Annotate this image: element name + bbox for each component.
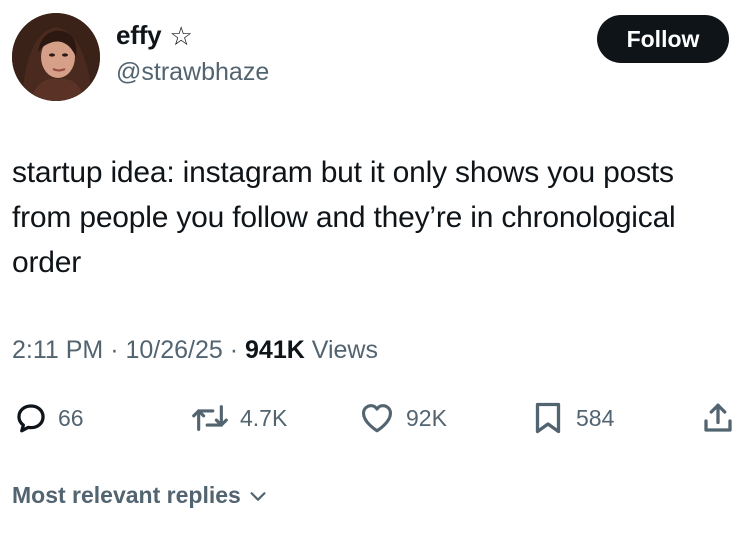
like-count: 92K — [406, 404, 447, 431]
chevron-down-icon — [250, 491, 266, 501]
avatar-image — [12, 13, 100, 101]
share-button[interactable] — [700, 392, 736, 444]
tweet-time[interactable]: 2:11 PM — [12, 336, 103, 364]
replies-sort-label: Most relevant replies — [12, 482, 241, 508]
avatar[interactable] — [12, 13, 100, 101]
like-button[interactable]: 92K — [358, 392, 447, 444]
tweet-meta: 2:11 PM · 10/26/25 · 941K Views — [12, 336, 378, 365]
reply-count: 66 — [58, 404, 84, 431]
bookmark-icon — [535, 402, 561, 434]
bookmark-button[interactable]: 584 — [530, 392, 614, 444]
name-row: effy ☆ — [116, 20, 193, 51]
bookmark-count: 584 — [576, 404, 615, 431]
meta-separator: · — [222, 336, 246, 364]
reply-button[interactable]: 66 — [14, 392, 84, 444]
share-icon — [704, 403, 732, 432]
repost-count: 4.7K — [240, 404, 288, 431]
replies-sort-dropdown[interactable]: Most relevant replies — [12, 482, 269, 509]
meta-separator: · — [103, 336, 126, 364]
repost-icon — [192, 405, 228, 431]
views-label: Views — [304, 336, 378, 364]
views-count: 941K — [245, 336, 305, 364]
heart-icon — [361, 404, 393, 433]
reply-icon — [17, 404, 45, 433]
repost-button[interactable]: 4.7K — [190, 392, 287, 444]
action-bar: 66 4.7K 92K 584 — [0, 392, 754, 444]
star-icon: ☆ — [169, 20, 193, 51]
tweet-header: effy ☆ @strawbhaze Follow — [0, 0, 754, 110]
follow-button[interactable]: Follow — [597, 15, 729, 63]
tweet-date[interactable]: 10/26/25 — [125, 336, 222, 364]
tweet-text: startup idea: instagram but it only show… — [12, 156, 676, 279]
display-name[interactable]: effy — [116, 20, 162, 51]
user-handle[interactable]: @strawbhaze — [116, 58, 269, 87]
